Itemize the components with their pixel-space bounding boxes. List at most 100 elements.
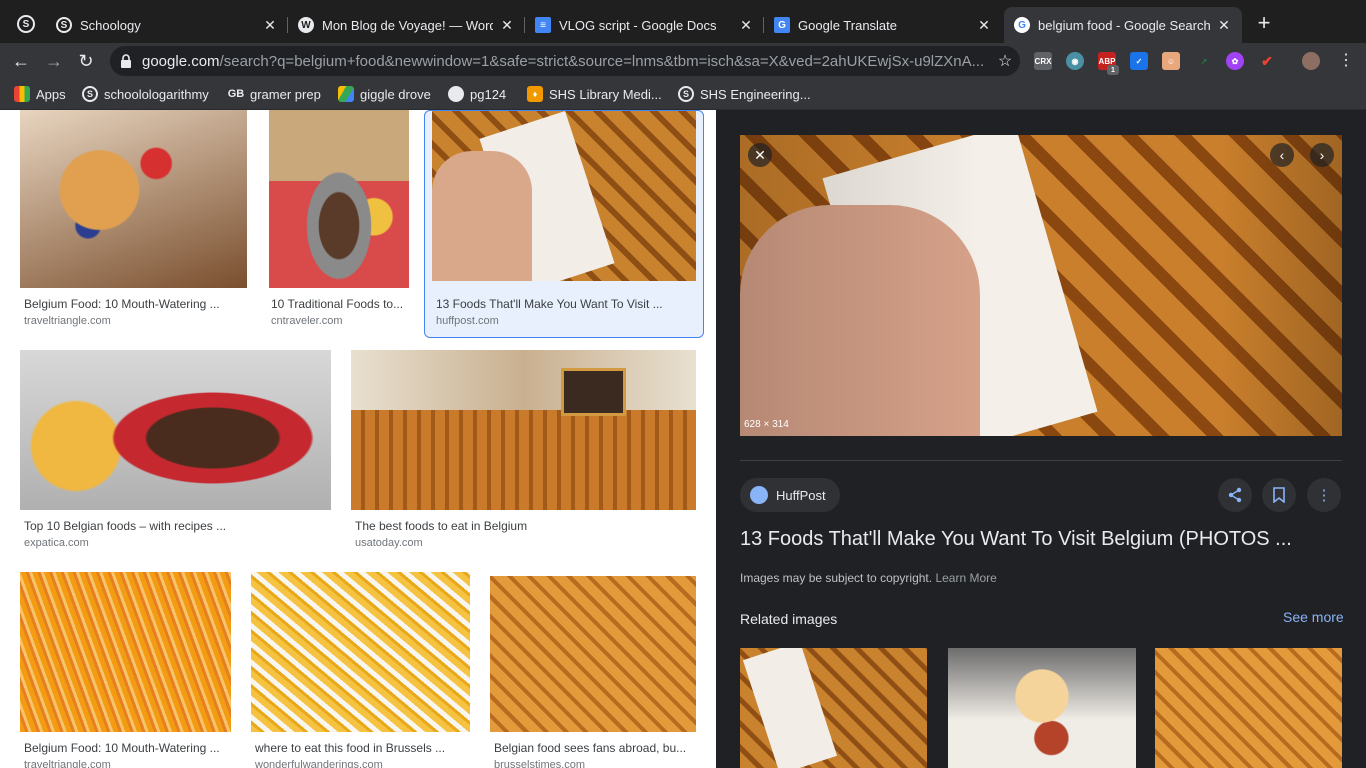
tab-wordpress[interactable]: W Mon Blog de Voyage! — WordPress ✕ <box>288 7 525 43</box>
image-results-grid: Belgium Food: 10 Mouth-Watering ... trav… <box>0 110 716 768</box>
fries-cones-thumbnail <box>251 572 470 732</box>
checkmark-red-extension-icon[interactable]: ✔ <box>1258 52 1276 70</box>
bookmark-star-icon[interactable]: ☆ <box>990 51 1020 71</box>
image-result-card[interactable]: Belgian food sees fans abroad, bu... bru… <box>484 572 704 768</box>
tab-google-docs[interactable]: ≡ VLOG script - Google Docs ✕ <box>525 7 764 43</box>
waffle-stack-thumbnail <box>490 576 696 732</box>
close-tab-icon[interactable]: ✕ <box>499 17 515 34</box>
liege-waffle-thumbnail <box>432 111 696 281</box>
result-caption: where to eat this food in Brussels ... <box>255 741 446 755</box>
leaf-extension-icon[interactable]: ↗ <box>1195 52 1213 70</box>
learn-more-link[interactable]: Learn More <box>935 571 996 585</box>
bookmark-icon <box>1273 487 1285 503</box>
bookmark-label: SHS Library Medi... <box>549 86 662 102</box>
image-result-card[interactable]: Belgium Food: 10 Mouth-Watering ... trav… <box>10 572 242 768</box>
bookmark-pg124[interactable]: pg124 <box>448 85 506 103</box>
profile-avatar[interactable] <box>1302 52 1320 70</box>
adblock-count-badge: 1 <box>1107 65 1119 75</box>
bookmark-label: pg124 <box>470 86 507 102</box>
save-button[interactable] <box>1262 478 1296 512</box>
bookmark-apps[interactable]: Apps <box>14 85 66 103</box>
schoology-icon: S <box>56 17 72 33</box>
bookmark-label: schoolologarithmy <box>104 86 209 102</box>
copyright-text: Images may be subject to copyright. <box>740 571 933 585</box>
more-options-button[interactable]: ⋮ <box>1307 478 1341 512</box>
chalkboard-sign <box>561 368 626 416</box>
checkmark-extension-icon[interactable]: ✓ <box>1130 52 1148 70</box>
share-button[interactable] <box>1218 478 1252 512</box>
url-path: /search?q=belgium+food&newwindow=1&safe=… <box>219 52 985 70</box>
result-source: brusselstimes.com <box>494 759 586 768</box>
related-image-waffle-stack[interactable] <box>1155 648 1342 768</box>
close-tab-icon[interactable]: ✕ <box>976 17 992 34</box>
url-host: google.com <box>142 52 220 70</box>
related-image-waffle-cream[interactable] <box>948 648 1136 768</box>
tab-strip: S S Schoology ✕ W Mon Blog de Voyage! — … <box>0 0 1366 43</box>
waffle-berries-thumbnail <box>20 110 247 288</box>
image-preview-panel: ✕ ‹ › 628 × 314 HuffPost ⋮ 13 Foods That… <box>716 110 1366 768</box>
lock-icon <box>121 54 131 68</box>
related-images-heading: Related images <box>740 611 838 627</box>
owl-extension-icon[interactable]: ◉ <box>1066 52 1084 70</box>
next-image-icon[interactable]: › <box>1310 143 1334 167</box>
close-tab-icon[interactable]: ✕ <box>1216 17 1232 34</box>
image-result-card[interactable]: The best foods to eat in Belgium usatoda… <box>341 350 697 555</box>
bookmark-shs-engineering[interactable]: S SHS Engineering... <box>678 85 811 103</box>
google-translate-icon: G <box>774 17 790 33</box>
result-caption: Belgian food sees fans abroad, bu... <box>494 741 687 755</box>
new-tab-button[interactable]: + <box>1254 12 1274 34</box>
forward-button[interactable]: → <box>43 50 65 72</box>
image-result-card[interactable]: 10 Traditional Foods to... cntraveler.co… <box>260 110 410 335</box>
image-result-card-selected[interactable]: 13 Foods That'll Make You Want To Visit … <box>424 110 704 338</box>
crx-extension-icon[interactable]: CRX <box>1034 52 1052 70</box>
face-extension-icon[interactable]: ☺ <box>1162 52 1180 70</box>
tab-google-search[interactable]: G belgium food - Google Search ✕ <box>1004 7 1242 43</box>
preview-title[interactable]: 13 Foods That'll Make You Want To Visit … <box>740 528 1292 551</box>
share-icon <box>1228 487 1242 503</box>
image-dimensions: 628 × 314 <box>744 419 789 430</box>
result-caption: The best foods to eat in Belgium <box>355 519 528 533</box>
preview-shading <box>740 135 1342 436</box>
stew-fries-thumbnail <box>269 110 409 288</box>
back-button[interactable]: ← <box>10 50 32 72</box>
google-docs-icon: ≡ <box>535 17 551 33</box>
schoology-icon: S <box>678 86 694 102</box>
result-source: huffpost.com <box>436 315 499 327</box>
color-wheel-extension-icon[interactable]: ✿ <box>1226 52 1244 70</box>
google-icon: G <box>1014 17 1030 33</box>
image-result-card[interactable]: where to eat this food in Brussels ... w… <box>245 572 477 768</box>
hand-shape <box>432 151 532 281</box>
previous-image-icon[interactable]: ‹ <box>1270 143 1294 167</box>
related-image-waffle-wrap[interactable] <box>740 648 927 768</box>
source-chip[interactable]: HuffPost <box>740 478 840 512</box>
see-more-link[interactable]: See more <box>1283 609 1344 625</box>
url-text: google.com/search?q=belgium+food&newwind… <box>142 53 990 70</box>
stew-pot-thumbnail <box>20 350 331 510</box>
related-paper-wrap <box>742 648 838 768</box>
bookmark-giggle-drove[interactable]: giggle drove <box>338 85 431 103</box>
globe-icon <box>448 86 464 102</box>
gb-icon: GB <box>227 86 245 102</box>
bookmark-schoolologarithmy[interactable]: S schoolologarithmy <box>82 85 209 103</box>
wordpress-icon: W <box>298 17 314 33</box>
reload-button[interactable]: ↻ <box>75 50 97 72</box>
bookmark-shs-library[interactable]: ♦ SHS Library Medi... <box>527 85 662 103</box>
result-caption: Top 10 Belgian foods – with recipes ... <box>24 519 227 533</box>
bookmark-gramer-prep[interactable]: GB gramer prep <box>228 85 321 103</box>
image-result-card[interactable]: Belgium Food: 10 Mouth-Watering ... trav… <box>10 110 255 335</box>
kebab-icon: ⋮ <box>1316 487 1332 504</box>
preview-image <box>740 135 1342 436</box>
close-preview-icon[interactable]: ✕ <box>748 143 772 167</box>
close-tab-icon[interactable]: ✕ <box>738 17 754 34</box>
image-result-card[interactable]: Top 10 Belgian foods – with recipes ... … <box>10 350 335 555</box>
address-bar[interactable]: google.com/search?q=belgium+food&newwind… <box>110 46 1020 76</box>
result-source: usatoday.com <box>355 537 423 549</box>
waffle-toppings-thumbnail <box>351 350 696 510</box>
tab-google-translate[interactable]: G Google Translate ✕ <box>764 7 1002 43</box>
menu-kebab-icon[interactable]: ⋮ <box>1335 50 1357 72</box>
pinned-tab-schoology[interactable]: S <box>17 15 35 33</box>
tab-schoology[interactable]: S Schoology ✕ <box>46 7 288 43</box>
close-tab-icon[interactable]: ✕ <box>262 17 278 34</box>
bookmark-label: gramer prep <box>250 86 321 102</box>
tab-title: Mon Blog de Voyage! — WordPress <box>322 17 493 33</box>
